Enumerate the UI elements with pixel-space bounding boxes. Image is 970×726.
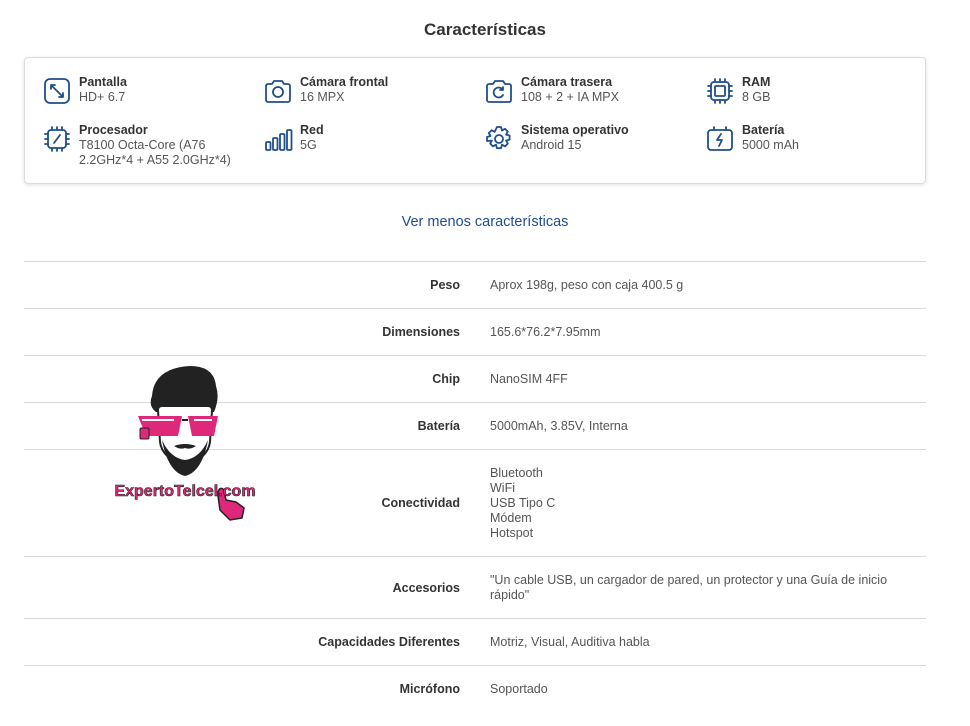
table-row: Accesorios "Un cable USB, un cargador de… xyxy=(24,556,926,618)
feature-label: Sistema operativo xyxy=(521,123,629,137)
feature-value: 8 GB xyxy=(742,90,771,104)
gear-icon xyxy=(484,124,514,154)
feature-sistema-operativo: Sistema operativo Android 15 xyxy=(484,123,629,154)
ram-chip-icon xyxy=(705,76,735,106)
feature-label: Cámara frontal xyxy=(300,75,389,89)
feature-label: Cámara trasera xyxy=(521,75,613,89)
feature-value: T8100 Octa-Core (A76 2.2GHz*4 + A55 2.0G… xyxy=(79,138,231,167)
spec-key: Dimensiones xyxy=(382,325,460,339)
spec-key: Micrófono xyxy=(399,682,460,696)
feature-label: Pantalla xyxy=(79,75,127,89)
camera-rotate-icon xyxy=(484,76,514,106)
watermark-text: ExpertoTelcel.com xyxy=(114,483,255,500)
spec-value: Módem xyxy=(490,510,532,525)
spec-value: Soportado xyxy=(490,681,548,696)
toggle-characteristics-link[interactable]: Ver menos características xyxy=(0,214,970,230)
feature-value: 5000 mAh xyxy=(742,138,799,152)
screen-resize-icon xyxy=(42,76,72,106)
spec-value: Aprox 198g, peso con caja 400.5 g xyxy=(490,277,684,292)
feature-label: Red xyxy=(300,123,324,137)
table-row: Capacidades Diferentes Motriz, Visual, A… xyxy=(24,618,926,665)
spec-key: Accesorios xyxy=(392,580,460,595)
feature-value: 5G xyxy=(300,138,317,152)
spec-value: Motriz, Visual, Auditiva habla xyxy=(490,634,650,649)
table-row: Peso Aprox 198g, peso con caja 400.5 g xyxy=(24,261,926,308)
spec-value: "Un cable USB, un cargador de pared, un … xyxy=(490,572,888,602)
spec-value: Hotspot xyxy=(490,525,534,540)
spec-value: NanoSIM 4FF xyxy=(490,371,568,386)
feature-red: Red 5G xyxy=(263,123,324,154)
spec-key: Capacidades Diferentes xyxy=(318,635,460,649)
feature-pantalla: Pantalla HD+ 6.7 xyxy=(42,75,127,106)
feature-value: 16 MPX xyxy=(300,90,345,104)
spec-value: USB Tipo C xyxy=(490,495,556,510)
signal-bars-icon xyxy=(263,124,293,154)
feature-camara-frontal: Cámara frontal 16 MPX xyxy=(263,75,388,106)
spec-key: Peso xyxy=(430,278,460,292)
feature-bateria: Batería 5000 mAh xyxy=(705,123,799,154)
feature-ram: RAM 8 GB xyxy=(705,75,771,106)
processor-icon xyxy=(42,124,72,154)
feature-label: Batería xyxy=(742,123,785,137)
feature-camara-trasera: Cámara trasera 108 + 2 + IA MPX xyxy=(484,75,619,106)
feature-label: Procesador xyxy=(79,123,148,137)
table-row: Dimensiones 165.6*76.2*7.95mm xyxy=(24,308,926,355)
feature-value: 108 + 2 + IA MPX xyxy=(521,90,619,104)
section-title: Características xyxy=(424,20,546,39)
spec-value: 165.6*76.2*7.95mm xyxy=(490,324,601,339)
feature-procesador: Procesador T8100 Octa-Core (A76 2.2GHz*4… xyxy=(42,123,239,168)
spec-value: Bluetooth xyxy=(490,465,543,480)
experto-telcel-logo-image: ExpertoTelcel.com xyxy=(114,366,256,521)
battery-icon xyxy=(705,124,735,154)
watermark-logo: ExpertoTelcel.com xyxy=(110,362,260,530)
feature-value: HD+ 6.7 xyxy=(79,90,126,104)
feature-label: RAM xyxy=(742,75,771,89)
camera-icon xyxy=(263,76,293,106)
feature-value: Android 15 xyxy=(521,138,582,152)
features-card: Pantalla HD+ 6.7 Cámara frontal 16 MPX C… xyxy=(24,57,926,184)
spec-value: WiFi xyxy=(490,480,515,495)
table-row: Micrófono Soportado xyxy=(24,665,926,712)
spec-value: 5000mAh, 3.85V, Interna xyxy=(490,418,628,433)
